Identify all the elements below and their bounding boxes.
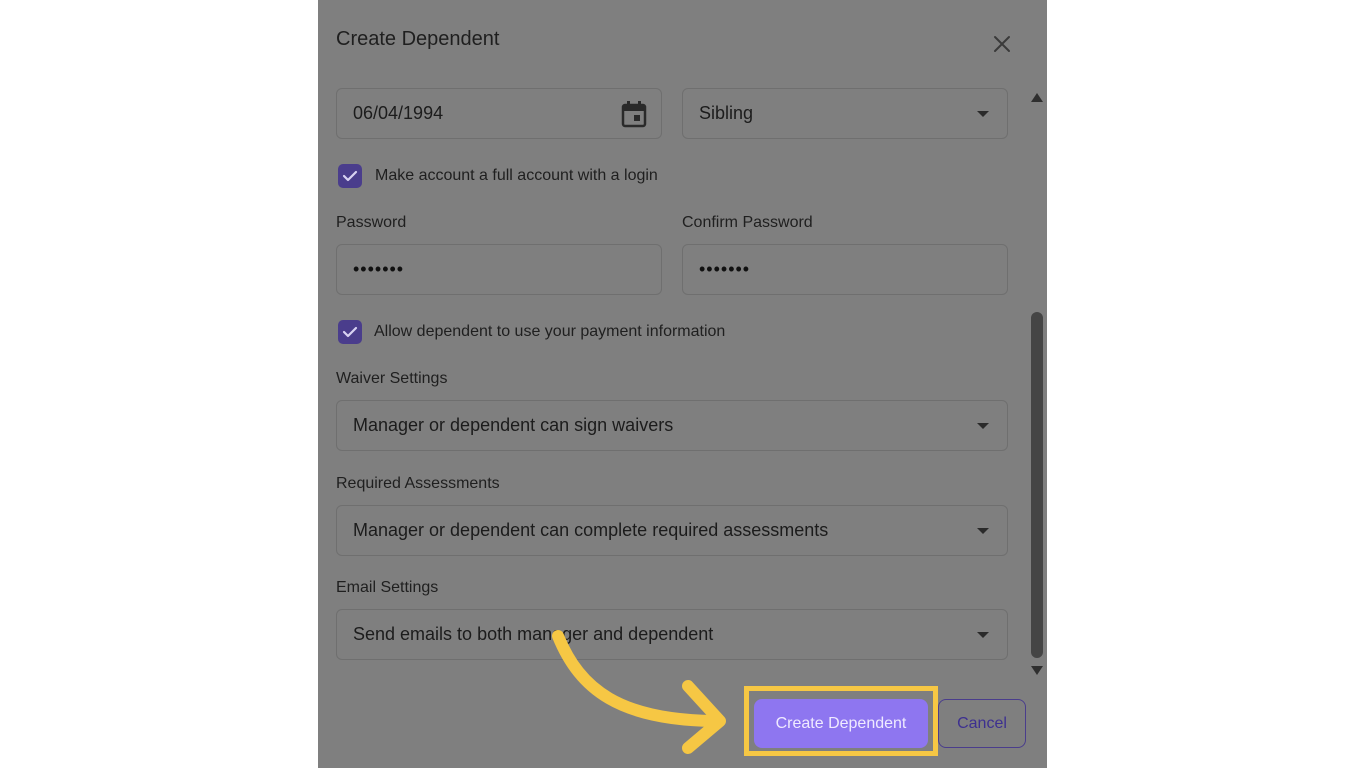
- birthdate-value: 06/04/1994: [353, 103, 444, 123]
- confirm-password-value: •••••••: [699, 259, 751, 279]
- close-icon: [994, 36, 1010, 52]
- scroll-up-arrow[interactable]: [1031, 93, 1043, 102]
- check-icon: [342, 170, 358, 182]
- required-assessments-label: Required Assessments: [336, 475, 500, 492]
- close-button[interactable]: [990, 32, 1014, 56]
- create-dependent-button[interactable]: Create Dependent: [754, 699, 928, 748]
- chevron-down-icon: [977, 527, 989, 534]
- password-value: •••••••: [353, 259, 405, 279]
- waiver-settings-select[interactable]: Manager or dependent can sign waivers: [336, 400, 1008, 451]
- birthdate-input[interactable]: 06/04/1994: [336, 88, 662, 139]
- confirm-password-input[interactable]: •••••••: [682, 244, 1008, 295]
- curved-arrow-icon: [552, 630, 726, 754]
- email-settings-label: Email Settings: [336, 579, 439, 596]
- modal-title: Create Dependent: [336, 28, 500, 50]
- waiver-settings-label: Waiver Settings: [336, 370, 448, 387]
- relationship-value: Sibling: [699, 103, 754, 123]
- payment-label: Allow dependent to use your payment info…: [374, 323, 726, 340]
- required-assessments-value: Manager or dependent can complete requir…: [353, 520, 829, 540]
- full-account-label: Make account a full account with a login: [375, 167, 658, 184]
- chevron-down-icon: [977, 422, 989, 429]
- calendar-icon[interactable]: [621, 100, 647, 128]
- payment-checkbox[interactable]: [338, 320, 362, 344]
- confirm-password-label: Confirm Password: [682, 214, 813, 231]
- scroll-down-arrow[interactable]: [1031, 666, 1043, 675]
- waiver-settings-value: Manager or dependent can sign waivers: [353, 415, 674, 435]
- relationship-select[interactable]: Sibling: [682, 88, 1008, 139]
- scrollbar-thumb[interactable]: [1031, 312, 1043, 658]
- cancel-button[interactable]: Cancel: [938, 699, 1026, 748]
- chevron-down-icon: [977, 110, 989, 117]
- chevron-down-icon: [977, 631, 989, 638]
- check-icon: [342, 326, 358, 338]
- full-account-checkbox[interactable]: [338, 164, 362, 188]
- password-label: Password: [336, 214, 407, 231]
- required-assessments-select[interactable]: Manager or dependent can complete requir…: [336, 505, 1008, 556]
- password-input[interactable]: •••••••: [336, 244, 662, 295]
